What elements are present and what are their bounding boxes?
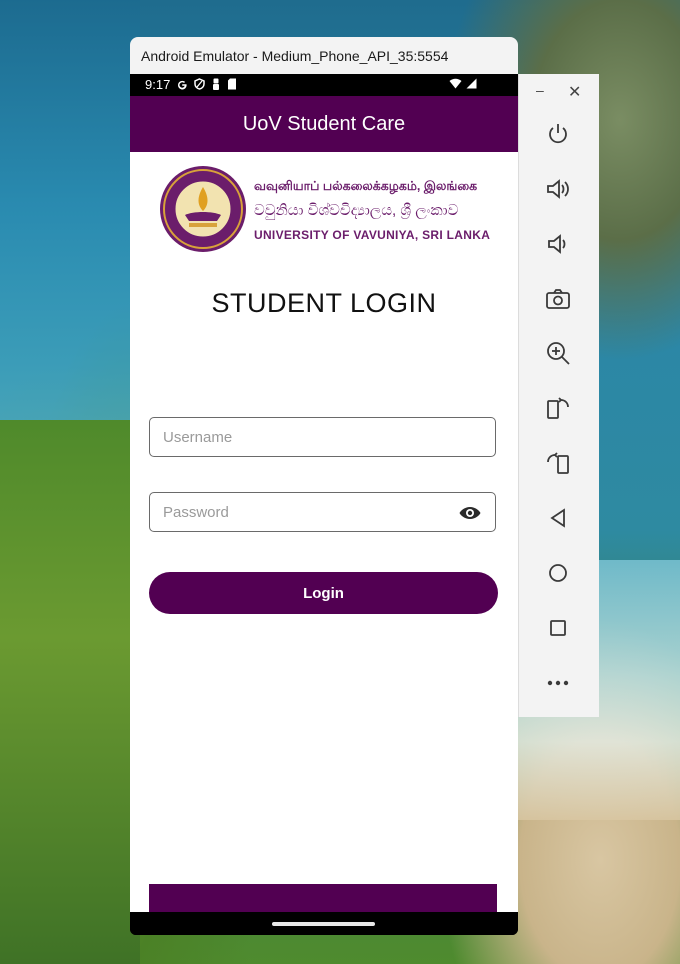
username-input[interactable] (163, 418, 443, 456)
emulator-toolbar: – ✕ (518, 74, 599, 717)
sd-card-icon (228, 78, 236, 90)
app-screen: UoV Student Care வவுனியாப் பல்கலைக்கழகம்… (130, 96, 518, 912)
phone-frame: 9:17 UoV Student Care வவுனியாப் பல்கலைக்… (130, 74, 518, 935)
volume-down-icon (548, 234, 566, 254)
wallpaper-cliff (0, 420, 140, 964)
login-heading: STUDENT LOGIN (211, 288, 437, 318)
app-title: UoV Student Care (242, 113, 406, 135)
password-field[interactable] (149, 492, 496, 532)
zoom-in-icon (547, 342, 570, 365)
person-icon (213, 78, 219, 90)
gesture-nav-bar[interactable] (130, 912, 518, 935)
password-input[interactable] (163, 493, 443, 531)
username-field[interactable] (149, 417, 496, 457)
volume-up-button[interactable] (541, 172, 575, 206)
emulator-title-bar[interactable]: Android Emulator - Medium_Phone_API_35:5… (130, 37, 518, 75)
logo-sinhala-text: වවුනියා විශ්වවිද්‍යාලය, ශ්‍රී ලංකාව (254, 202, 459, 219)
rotate-right-button[interactable] (541, 446, 575, 480)
more-button[interactable] (541, 666, 575, 700)
google-g-icon (178, 80, 187, 90)
wifi-icon (449, 78, 462, 89)
rotate-left-button[interactable] (541, 391, 575, 425)
overview-icon (550, 620, 566, 636)
signal-icon (466, 78, 477, 89)
volume-down-button[interactable] (541, 227, 575, 261)
shield-icon (194, 78, 205, 90)
emulator-title: Android Emulator - Medium_Phone_API_35:5… (141, 48, 449, 64)
university-emblem-icon (160, 166, 246, 252)
screenshot-button[interactable] (541, 282, 575, 316)
zoom-button[interactable] (541, 336, 575, 370)
back-icon (550, 508, 565, 528)
university-logo: வவுனியாப் பல்கலைக்கழகம், இலங்கை වවුනියා … (159, 165, 491, 255)
more-icon (547, 680, 569, 686)
logo-tamil-text: வவுனியாப் பல்கலைக்கழகம், இலங்கை (254, 179, 478, 193)
power-icon (549, 124, 567, 144)
home-button[interactable] (541, 556, 575, 590)
home-gesture-handle[interactable] (272, 922, 375, 926)
camera-icon (546, 289, 570, 309)
footer-bar (149, 884, 497, 912)
rotate-left-icon (547, 397, 569, 419)
overview-button[interactable] (541, 611, 575, 645)
back-button[interactable] (541, 501, 575, 535)
home-icon (549, 564, 567, 582)
status-bar: 9:17 (130, 74, 518, 96)
close-button[interactable]: ✕ (568, 82, 581, 102)
status-time: 9:17 (145, 77, 171, 92)
show-password-eye-icon[interactable] (458, 503, 482, 523)
rotate-right-icon (547, 452, 569, 474)
power-button[interactable] (541, 117, 575, 151)
login-button[interactable]: Login (149, 572, 498, 614)
app-bar: UoV Student Care (130, 96, 518, 152)
logo-english-text: UNIVERSITY OF VAVUNIYA, SRI LANKA (254, 228, 491, 242)
volume-up-icon (547, 179, 569, 199)
minimize-button[interactable]: – (536, 82, 544, 98)
